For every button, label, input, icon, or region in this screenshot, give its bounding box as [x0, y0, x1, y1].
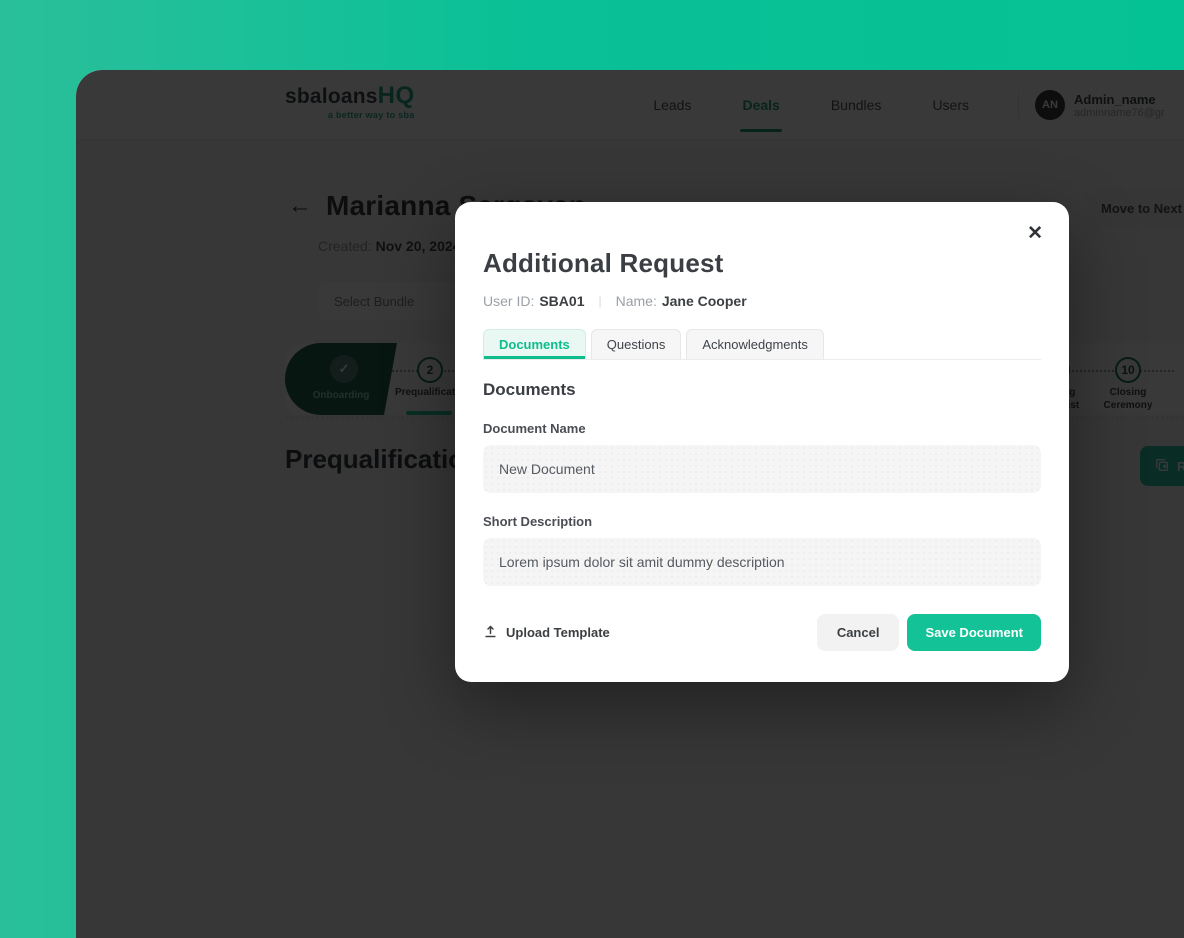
meta-divider: | [598, 294, 601, 308]
upload-icon [483, 624, 498, 642]
name-label: Name: [616, 293, 657, 309]
tab-documents[interactable]: Documents [483, 329, 586, 359]
short-description-input[interactable] [483, 538, 1041, 586]
document-name-input[interactable] [483, 445, 1041, 493]
documents-section-title: Documents [483, 380, 1041, 400]
tab-acknowledgments[interactable]: Acknowledgments [686, 329, 824, 359]
close-icon[interactable]: ✕ [1027, 224, 1043, 243]
cancel-button[interactable]: Cancel [817, 614, 900, 651]
upload-template-button[interactable]: Upload Template [483, 624, 610, 642]
short-description-label: Short Description [483, 514, 1041, 529]
modal-tabs: Documents Questions Acknowledgments [483, 329, 1041, 360]
document-name-label: Document Name [483, 421, 1041, 436]
modal-meta: User ID: SBA01 | Name: Jane Cooper [483, 293, 1041, 309]
user-id-label: User ID: [483, 293, 534, 309]
additional-request-modal: ✕ Additional Request User ID: SBA01 | Na… [455, 202, 1069, 682]
name-value: Jane Cooper [662, 293, 747, 309]
upload-template-label: Upload Template [506, 625, 610, 640]
modal-title: Additional Request [483, 248, 1041, 279]
tab-questions[interactable]: Questions [591, 329, 682, 359]
save-document-button[interactable]: Save Document [907, 614, 1041, 651]
user-id-value: SBA01 [539, 293, 584, 309]
